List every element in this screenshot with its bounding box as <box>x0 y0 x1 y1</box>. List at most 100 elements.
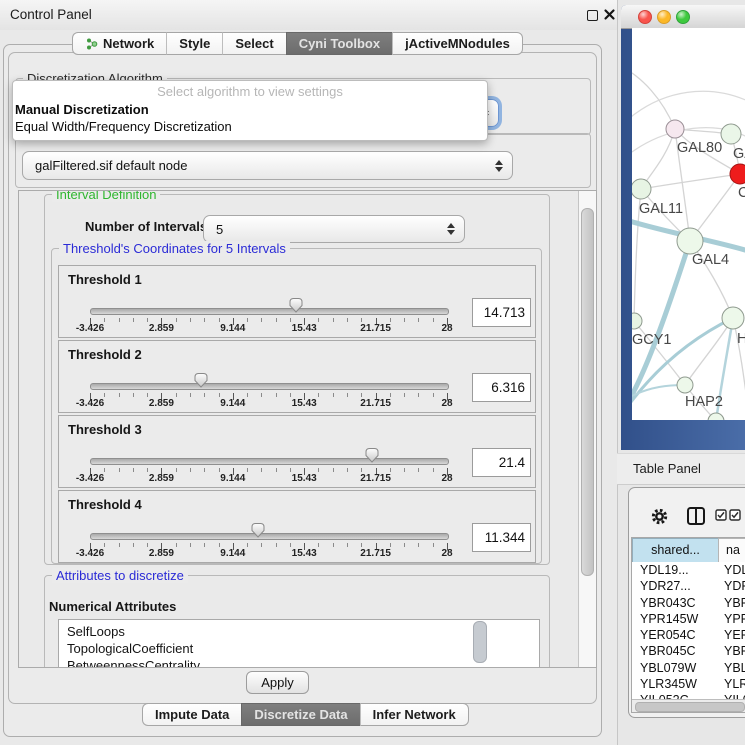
table-cell[interactable]: YBR043C <box>640 595 696 611</box>
tab-jactivemnodules[interactable]: jActiveMNodules <box>392 32 523 55</box>
table-row[interactable]: YDR27... YDR27 <box>632 578 745 594</box>
threshold-slider-thumb[interactable] <box>192 371 210 389</box>
close-icon[interactable] <box>603 8 616 21</box>
algorithm-option-equal-width-frequency-discretization[interactable]: Equal Width/Frequency Discretization <box>13 118 487 135</box>
algorithm-option-manual-discretization[interactable]: Manual Discretization <box>13 101 487 118</box>
table-row[interactable]: YBL079W YBL07 <box>632 660 745 676</box>
checkbox-checked-icon[interactable] <box>729 509 741 521</box>
vertical-scrollbar-thumb[interactable] <box>581 208 594 576</box>
split-view-icon[interactable] <box>686 506 706 526</box>
column-header-name[interactable]: na <box>718 538 745 563</box>
tick-mark <box>290 393 291 397</box>
network-icon <box>85 37 98 51</box>
tab-label: Style <box>179 36 210 51</box>
table-row[interactable]: YLR345W YLR34 <box>632 676 745 692</box>
table-cell[interactable]: YBR04 <box>724 643 745 659</box>
table-row[interactable]: YPR145W YPR14 <box>632 611 745 627</box>
number-of-intervals-value: 5 <box>204 222 446 237</box>
network-node[interactable] <box>632 313 642 329</box>
table-cell[interactable]: YPR145W <box>640 611 698 627</box>
tick-mark <box>290 543 291 547</box>
threshold-2-value-field[interactable]: 6.316 <box>472 373 531 402</box>
tick-mark <box>347 318 348 322</box>
apply-button[interactable]: Apply <box>246 671 309 694</box>
threshold-4-value-field[interactable]: 11.344 <box>472 523 531 552</box>
table-data-combo-box[interactable]: galFiltered.sif default node <box>22 151 513 180</box>
tick-mark <box>318 318 319 322</box>
threshold-slider-track[interactable] <box>90 533 449 540</box>
tab-cyni-toolbox[interactable]: Cyni Toolbox <box>286 32 392 55</box>
table-cell[interactable]: YIL052C <box>640 692 689 699</box>
float-window-icon[interactable] <box>587 10 598 21</box>
tab-infer-network[interactable]: Infer Network <box>360 703 469 726</box>
attribute-item-selfloops[interactable]: SelfLoops <box>59 620 539 640</box>
table-row[interactable]: YIL052C YIL05 <box>632 692 745 699</box>
table-cell[interactable]: YBR04 <box>724 595 745 611</box>
checkbox-checked-icon[interactable] <box>715 509 727 521</box>
tick-mark <box>290 468 291 472</box>
zoom-traffic-light[interactable] <box>676 10 690 24</box>
tab-impute-data[interactable]: Impute Data <box>142 703 241 726</box>
attribute-item-betweennesscentrality[interactable]: BetweennessCentrality <box>59 657 539 668</box>
tick-mark <box>190 468 191 472</box>
network-node[interactable] <box>677 228 703 254</box>
tick-mark <box>361 543 362 547</box>
network-node[interactable] <box>730 164 745 184</box>
table-cell[interactable]: YDR27... <box>640 578 691 594</box>
table-cell[interactable]: YER05 <box>724 627 745 643</box>
attributes-list-scrollbar-thumb[interactable] <box>473 621 487 663</box>
table-cell[interactable]: YIL05 <box>724 692 745 699</box>
close-traffic-light[interactable] <box>638 10 652 24</box>
table-row[interactable]: YBR045C YBR04 <box>632 643 745 659</box>
threshold-slider-track[interactable] <box>90 458 449 465</box>
threshold-slider-track[interactable] <box>90 308 449 315</box>
network-node[interactable] <box>632 179 651 199</box>
minimize-traffic-light[interactable] <box>657 10 671 24</box>
table-cell[interactable]: YPR14 <box>724 611 745 627</box>
tick-label: 2.859 <box>149 323 174 334</box>
network-canvas[interactable]: GAL80GACGAL11GAL4GCY1HHAP2 <box>632 28 745 420</box>
horizontal-scrollbar-thumb[interactable] <box>635 702 745 712</box>
threshold-slider-thumb[interactable] <box>249 521 267 539</box>
tab-style[interactable]: Style <box>166 32 222 55</box>
tick-mark <box>219 543 220 547</box>
threshold-slider-track[interactable] <box>90 383 449 390</box>
network-node[interactable] <box>677 377 693 393</box>
threshold-label: Threshold 2 <box>68 347 142 362</box>
network-node[interactable] <box>666 120 684 138</box>
tick-mark <box>276 393 277 397</box>
threshold-slider-thumb[interactable] <box>287 296 305 314</box>
table-cell[interactable]: YER054C <box>640 627 696 643</box>
gear-icon[interactable] <box>649 506 670 527</box>
table-cell[interactable]: YBR045C <box>640 643 696 659</box>
column-header-shared-name[interactable]: shared... <box>632 538 719 563</box>
table-cell[interactable]: YLR34 <box>724 676 745 692</box>
table-cell[interactable]: YDL19 <box>724 562 745 578</box>
table-row[interactable]: YDL19... YDL19 <box>632 562 745 578</box>
tab-network[interactable]: Network <box>72 32 166 55</box>
tab-select[interactable]: Select <box>222 32 285 55</box>
tick-mark <box>147 393 148 397</box>
table-row[interactable]: YER054C YER05 <box>632 627 745 643</box>
horizontal-scrollbar-track[interactable] <box>632 699 745 713</box>
table-cell[interactable]: YBL07 <box>724 660 745 676</box>
table-cell[interactable]: YLR345W <box>640 676 697 692</box>
tab-label: Network <box>103 36 154 51</box>
threshold-3-value-field[interactable]: 21.4 <box>472 448 531 477</box>
control-panel-title: Control Panel <box>10 7 92 22</box>
threshold-slider-thumb[interactable] <box>363 446 381 464</box>
algorithm-hint-item[interactable]: Select algorithm to view settings <box>13 81 487 101</box>
threshold-panel: Threshold 4 -3.4262.8599.14415.4321.7152… <box>58 490 536 563</box>
tab-discretize-data[interactable]: Discretize Data <box>241 703 359 726</box>
table-row[interactable]: YBR043C YBR04 <box>632 595 745 611</box>
table-cell[interactable]: YDL19... <box>640 562 689 578</box>
tick-label: 9.144 <box>220 548 245 559</box>
number-of-intervals-combo[interactable]: 5 <box>203 215 465 243</box>
table-cell[interactable]: YBL079W <box>640 660 696 676</box>
table-cell[interactable]: YDR27 <box>724 578 745 594</box>
attribute-item-topologicalcoefficient[interactable]: TopologicalCoefficient <box>59 640 539 657</box>
network-node[interactable] <box>722 307 744 329</box>
network-node[interactable] <box>721 124 741 144</box>
threshold-1-value-field[interactable]: 14.713 <box>472 298 531 327</box>
tick-mark <box>390 468 391 472</box>
